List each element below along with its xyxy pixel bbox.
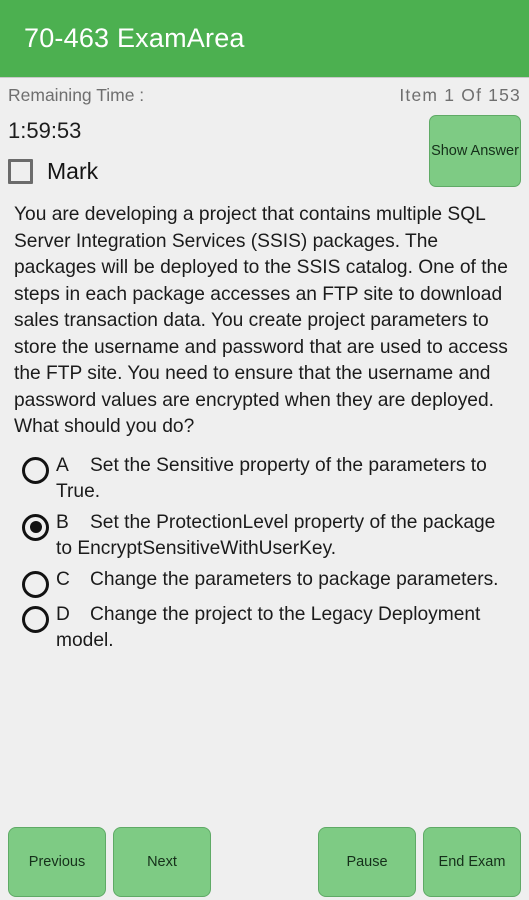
answer-option-c[interactable]: C Change the parameters to package parame… bbox=[14, 565, 515, 598]
answer-option-a-body: A Set the Sensitive property of the param… bbox=[56, 451, 515, 506]
answer-option-a-text: Set the Sensitive property of the parame… bbox=[56, 454, 487, 503]
radio-icon-d[interactable] bbox=[22, 605, 49, 633]
answer-option-b-body: B Set the ProtectionLevel property of the… bbox=[56, 508, 515, 563]
radio-icon-b[interactable] bbox=[22, 513, 49, 541]
timer-block: 1:59:53 Mark Show Answer bbox=[0, 112, 529, 202]
exam-app-screen: 70-463 ExamArea Remaining Time : Item 1 … bbox=[0, 0, 529, 900]
answer-option-a[interactable]: A Set the Sensitive property of the param… bbox=[14, 451, 515, 506]
app-title-bar: 70-463 ExamArea bbox=[0, 0, 529, 78]
status-row: Remaining Time : Item 1 Of 153 bbox=[0, 78, 529, 112]
answer-option-b-text: Set the ProtectionLevel property of the … bbox=[56, 511, 496, 560]
next-button[interactable]: Next bbox=[113, 827, 211, 897]
answer-option-d-text: Change the project to the Legacy Deploym… bbox=[56, 603, 481, 652]
mark-checkbox[interactable] bbox=[8, 159, 33, 184]
app-title: 70-463 ExamArea bbox=[24, 23, 245, 53]
answer-option-c-letter: C bbox=[56, 568, 70, 590]
radio-icon-c[interactable] bbox=[22, 570, 49, 598]
radio-icon-a[interactable] bbox=[22, 456, 49, 484]
nav-button-group-left: Previous Next bbox=[8, 827, 211, 897]
pause-button[interactable]: Pause bbox=[318, 827, 416, 897]
answer-option-d-body: D Change the project to the Legacy Deploy… bbox=[56, 600, 515, 655]
item-counter: Item 1 Of 153 bbox=[399, 84, 521, 105]
mark-checkbox-row[interactable]: Mark bbox=[8, 158, 98, 185]
answer-option-c-body: C Change the parameters to package parame… bbox=[56, 565, 499, 594]
question-content: You are developing a project that contai… bbox=[0, 202, 529, 824]
nav-button-group-right: Pause End Exam bbox=[318, 827, 521, 897]
previous-button[interactable]: Previous bbox=[8, 827, 106, 897]
show-answer-button[interactable]: Show Answer bbox=[429, 115, 521, 187]
remaining-time-value: 1:59:53 bbox=[8, 118, 82, 143]
answer-option-d[interactable]: D Change the project to the Legacy Deploy… bbox=[14, 600, 515, 655]
answer-option-d-letter: D bbox=[56, 603, 70, 625]
bottom-button-bar: Previous Next Pause End Exam bbox=[0, 824, 529, 900]
answer-option-b-letter: B bbox=[56, 511, 69, 533]
end-exam-button[interactable]: End Exam bbox=[423, 827, 521, 897]
question-text: You are developing a project that contai… bbox=[14, 204, 508, 437]
answer-options-list: A Set the Sensitive property of the param… bbox=[14, 451, 515, 655]
answer-option-c-text: Change the parameters to package paramet… bbox=[90, 568, 499, 590]
remaining-time-label: Remaining Time : bbox=[8, 84, 145, 105]
answer-option-b[interactable]: B Set the ProtectionLevel property of the… bbox=[14, 508, 515, 563]
answer-option-a-letter: A bbox=[56, 454, 69, 476]
mark-label: Mark bbox=[47, 158, 99, 184]
